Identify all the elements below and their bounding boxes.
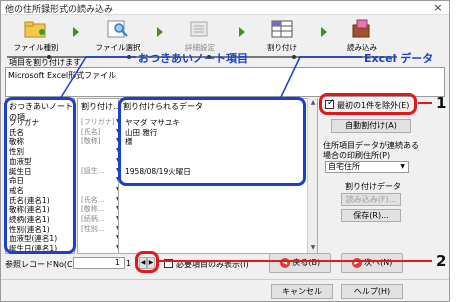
next-icon: ▶ <box>351 257 362 268</box>
skip-first-row-checkbox[interactable]: ✓ <box>325 98 335 109</box>
step-arrow <box>157 27 163 37</box>
help-button[interactable]: ヘルプ(H) <box>341 284 403 299</box>
marker-1: 1 <box>436 94 447 112</box>
vertical-scrollbar[interactable]: ▲ ▼ <box>307 98 317 254</box>
record-number-field[interactable]: 1 <box>73 257 125 269</box>
highlight-record-nav <box>135 251 159 273</box>
step-arrow <box>239 27 245 37</box>
scroll-down-icon[interactable]: ▼ <box>309 244 317 252</box>
chevron-down-icon: ▼ <box>400 163 405 170</box>
show-required-checkbox[interactable] <box>164 259 173 268</box>
folder-icon <box>24 21 46 38</box>
assignment-item[interactable]: [敬称] <box>81 136 100 146</box>
back-icon: ◀ <box>279 257 290 268</box>
footer-divider <box>1 279 449 280</box>
mid-column-header: 割り付け… <box>81 102 121 111</box>
step-assign[interactable]: 割り付け <box>247 17 317 55</box>
skip-first-row-label[interactable]: 最初の1件を除外(E) <box>337 100 409 111</box>
show-required-label[interactable]: 必要項目のみ表示(I) <box>176 259 249 270</box>
assign-data-label: 割り付けデータ <box>345 182 401 191</box>
marker-2: 2 <box>436 252 447 270</box>
step-arrow <box>73 27 79 37</box>
assignment-item[interactable]: [氏名... <box>81 195 104 205</box>
load-assign-button[interactable]: 読み込み(F)... <box>341 193 401 206</box>
assignment-item[interactable]: [敬称... <box>81 204 104 214</box>
file-type: Microsoft Excel形式ファイル <box>8 71 117 80</box>
unassigned-label: 住所項目データが連続ある場合の印刷住所(P) <box>323 141 419 160</box>
cancel-button[interactable]: キャンセル <box>271 284 333 299</box>
assignment-item[interactable]: [続柄... <box>81 214 104 224</box>
callout-excel-data: Excel データ <box>364 52 434 65</box>
title-bar: 他の住所録形式の読み込み × <box>1 1 449 15</box>
assignment-item[interactable]: [氏名] <box>81 127 100 137</box>
step-file-type[interactable]: ファイル種別 <box>1 17 71 55</box>
grid-icon <box>271 20 293 38</box>
window-title: 他の住所録形式の読み込み <box>5 5 114 15</box>
check-icon: ✓ <box>327 98 335 108</box>
assignment-item[interactable]: [性別... <box>81 224 104 234</box>
settings-icon <box>190 21 208 37</box>
assignment-item[interactable]: [誕生... <box>81 166 104 176</box>
save-assign-button[interactable]: 保存(R)... <box>341 209 401 222</box>
record-label: 参照レコードNo(C) <box>5 260 76 269</box>
address-select[interactable]: 自宅住所 ▼ <box>325 161 409 173</box>
scroll-up-icon[interactable]: ▲ <box>309 99 317 107</box>
close-icon[interactable]: × <box>429 1 447 14</box>
search-icon <box>107 20 128 38</box>
auto-assign-button[interactable]: 自動割付け(A) <box>331 119 411 133</box>
next-button[interactable]: ▶ 次へ(N) <box>341 253 403 273</box>
dialog-window: 他の住所録形式の読み込み × ファイル種別 ファイル選択 詳細設定 割り付け 読… <box>0 0 450 302</box>
record-total: 1 <box>126 259 132 268</box>
assignment-item[interactable]: [フリガナ] <box>81 117 114 127</box>
highlight-notebook-fields <box>4 97 76 254</box>
highlight-excel-data <box>118 97 306 186</box>
back-button[interactable]: ◀ 戻る(B) <box>269 253 331 273</box>
import-icon <box>352 19 370 38</box>
callout-notebook-fields: おつきあいノート項目 <box>138 52 248 65</box>
